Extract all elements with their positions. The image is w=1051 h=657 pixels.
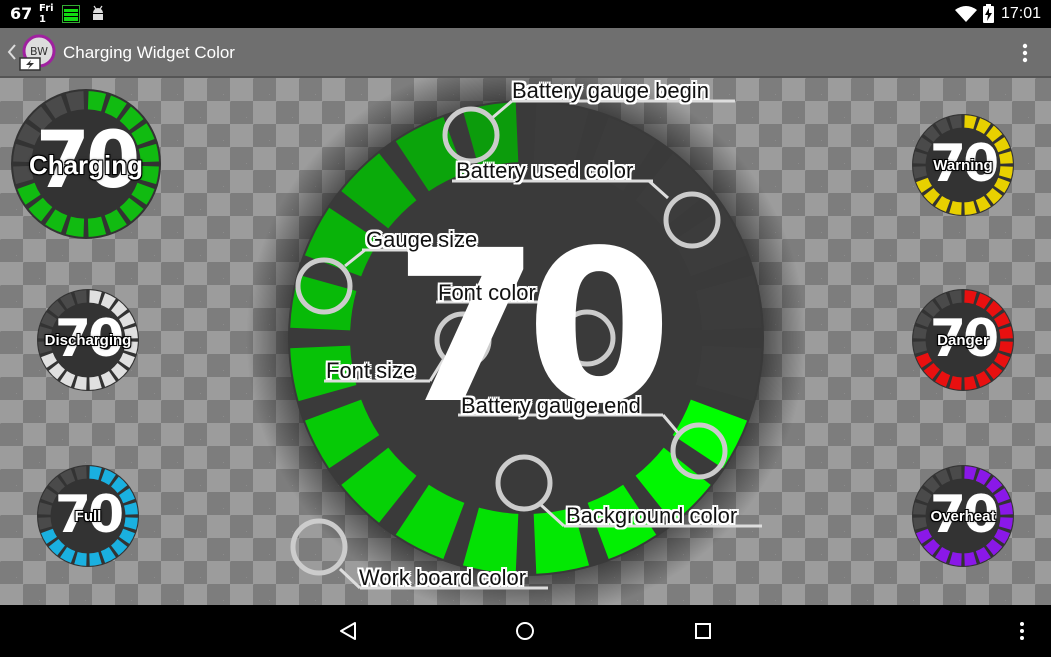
battery-gauge-end-handle[interactable] bbox=[670, 422, 728, 480]
day-number: 1 bbox=[39, 14, 46, 25]
callout-battery-used-color: Battery used color bbox=[456, 158, 634, 183]
callout-battery-gauge-begin: Battery gauge begin bbox=[512, 78, 709, 103]
battery-charging-icon bbox=[983, 4, 994, 23]
app-icon-text: BW bbox=[30, 45, 48, 58]
up-navigation-button[interactable]: BW bbox=[4, 34, 59, 71]
preview-label-charging: Charging bbox=[28, 150, 144, 180]
home-circle-icon bbox=[516, 622, 534, 640]
battery-temperature: 67 bbox=[10, 4, 33, 23]
callout-font-size: Font size bbox=[326, 358, 416, 383]
callout-gauge-size: Gauge size bbox=[366, 227, 478, 252]
wifi-icon bbox=[955, 6, 977, 22]
action-bar: BW Charging Widget Color bbox=[0, 28, 1051, 78]
chevron-left-icon bbox=[7, 44, 16, 60]
battery-gauge-begin-handle[interactable] bbox=[442, 106, 500, 164]
preview-label-discharging: Discharging bbox=[44, 332, 132, 349]
work-board-color-handle[interactable] bbox=[290, 518, 348, 576]
android-icon bbox=[93, 5, 103, 20]
home-button[interactable] bbox=[503, 611, 547, 651]
preview-label-full: Full bbox=[74, 508, 102, 525]
callout-work-board-color: Work board color bbox=[359, 565, 527, 590]
battery-level-icon bbox=[62, 5, 80, 23]
background-color-handle[interactable] bbox=[495, 454, 553, 512]
navigation-bar bbox=[0, 605, 1051, 657]
clock: 17:01 bbox=[1000, 5, 1041, 22]
preview-gauge-danger[interactable]: 70 Danger bbox=[911, 288, 1015, 392]
back-button[interactable] bbox=[326, 611, 370, 651]
preview-gauge-warning[interactable]: 70 Warning bbox=[911, 113, 1015, 217]
preview-gauge-discharging[interactable]: 70 Discharging bbox=[36, 288, 140, 392]
back-triangle-icon bbox=[340, 622, 356, 640]
more-vert-icon bbox=[1020, 622, 1024, 640]
nav-overflow-button[interactable] bbox=[1008, 611, 1036, 651]
preview-gauge-charging[interactable]: 70 Charging bbox=[10, 88, 162, 240]
calendar-day: Fri 1 bbox=[39, 3, 54, 25]
work-board[interactable]: 70 Battery gauge begin Battery used colo… bbox=[0, 78, 1051, 605]
overflow-menu-button[interactable] bbox=[1010, 34, 1040, 70]
status-bar: 67 Fri 1 17:01 bbox=[0, 0, 1051, 28]
callout-background-color: Background color bbox=[566, 503, 738, 528]
more-vert-icon bbox=[1022, 43, 1028, 63]
day-name: Fri bbox=[39, 3, 54, 14]
gauge-size-handle[interactable] bbox=[295, 257, 353, 315]
preview-label-warning: Warning bbox=[933, 157, 993, 174]
preview-label-danger: Danger bbox=[937, 332, 989, 349]
app-icon: BW bbox=[19, 34, 56, 71]
preview-gauge-full[interactable]: 70 Full bbox=[36, 464, 140, 568]
recents-button[interactable] bbox=[681, 611, 725, 651]
preview-gauge-overheat[interactable]: 70 Overheat bbox=[911, 464, 1015, 568]
callout-font-color: Font color bbox=[438, 280, 536, 305]
preview-label-overheat: Overheat bbox=[930, 508, 996, 525]
callout-battery-gauge-end: Battery gauge end bbox=[461, 393, 641, 418]
recents-square-icon bbox=[695, 623, 711, 639]
screen-title: Charging Widget Color bbox=[63, 43, 235, 62]
